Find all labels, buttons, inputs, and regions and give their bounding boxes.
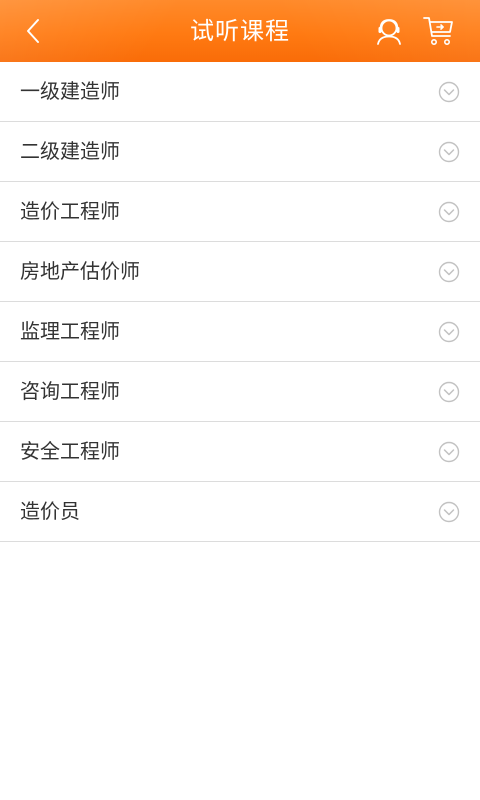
course-list: 一级建造师 二级建造师 造价工程师 房地产估价师 监理工程师 咨询工程师 安全工… — [0, 62, 480, 542]
list-item[interactable]: 一级建造师 — [0, 62, 480, 122]
list-item-label: 房地产估价师 — [20, 259, 140, 283]
list-item[interactable]: 房地产估价师 — [0, 242, 480, 302]
list-item-label: 一级建造师 — [20, 79, 120, 103]
chevron-down-circle-icon — [438, 321, 460, 343]
customer-service-icon — [377, 19, 401, 45]
top-bar: 试听课程 — [0, 0, 480, 62]
chevron-down-circle-icon — [438, 261, 460, 283]
list-item-label: 咨询工程师 — [20, 379, 120, 403]
list-item[interactable]: 监理工程师 — [0, 302, 480, 362]
back-button[interactable] — [18, 15, 48, 47]
list-item[interactable]: 二级建造师 — [0, 122, 480, 182]
chevron-down-circle-icon — [438, 141, 460, 163]
list-item-label: 安全工程师 — [20, 439, 120, 463]
chevron-down-circle-icon — [438, 81, 460, 103]
cart-button[interactable] — [420, 12, 458, 50]
list-item-label: 监理工程师 — [20, 319, 120, 343]
chevron-down-circle-icon — [438, 441, 460, 463]
chevron-down-circle-icon — [438, 201, 460, 223]
list-item[interactable]: 造价工程师 — [0, 182, 480, 242]
shopping-cart-icon — [423, 17, 453, 45]
chevron-down-circle-icon — [438, 381, 460, 403]
list-item-label: 造价员 — [20, 499, 80, 523]
list-item[interactable]: 安全工程师 — [0, 422, 480, 482]
chevron-left-icon — [27, 19, 39, 43]
chevron-down-circle-icon — [438, 501, 460, 523]
list-item[interactable]: 咨询工程师 — [0, 362, 480, 422]
list-item[interactable]: 造价员 — [0, 482, 480, 542]
page-title: 试听课程 — [190, 17, 290, 45]
list-item-label: 造价工程师 — [20, 199, 120, 223]
customer-service-button[interactable] — [372, 14, 406, 48]
list-item-label: 二级建造师 — [20, 139, 120, 163]
